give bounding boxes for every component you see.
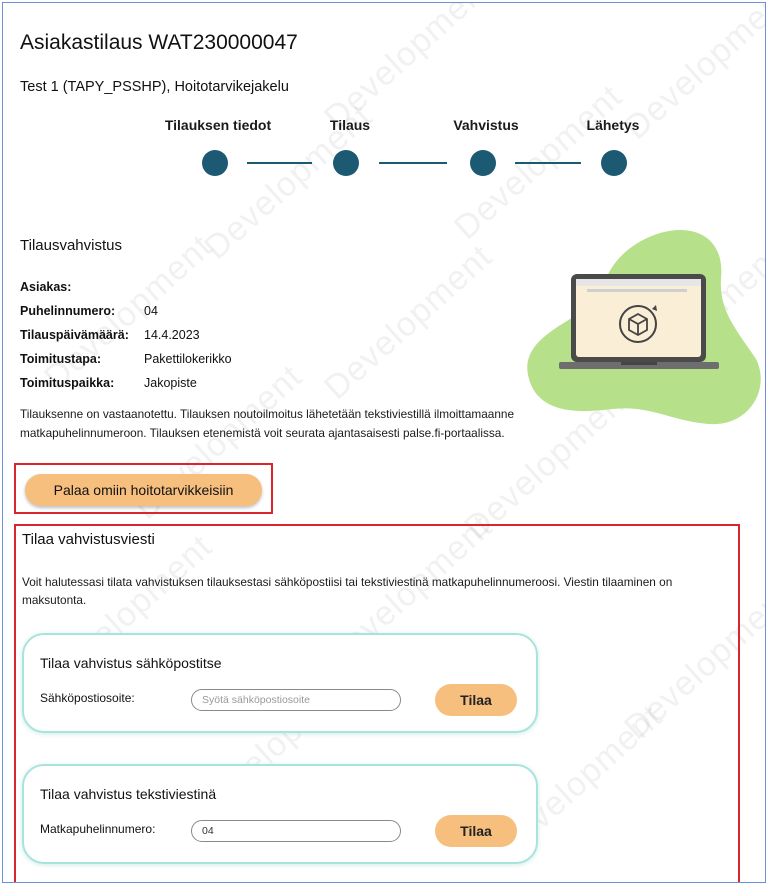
order-date-label: Tilauspäivämäärä: xyxy=(20,328,129,342)
step-connector xyxy=(247,162,312,164)
order-email-button[interactable]: Tilaa xyxy=(435,684,517,716)
step-dot-shipping xyxy=(601,150,627,176)
order-message-title: Tilaa vahvistusviesti xyxy=(22,531,155,548)
step-label-order: Tilaus xyxy=(329,117,371,133)
step-dot-details xyxy=(202,150,228,176)
page-frame: Development Development Development Deve… xyxy=(2,2,766,883)
sms-confirmation-card: Tilaa vahvistus tekstiviestinä Matkapuhe… xyxy=(22,764,538,864)
order-sms-button[interactable]: Tilaa xyxy=(435,815,517,847)
laptop-with-package-icon xyxy=(527,229,761,425)
email-card-title: Tilaa vahvistus sähköpostitse xyxy=(40,655,222,671)
mobile-label: Matkapuhelinnumero: xyxy=(40,822,156,836)
email-confirmation-card: Tilaa vahvistus sähköpostitse Sähköposti… xyxy=(22,633,538,733)
delivery-place-label: Toimituspaikka: xyxy=(20,376,115,390)
page-subtitle: Test 1 (TAPY_PSSHP), Hoitotarvikejakelu xyxy=(20,79,289,95)
mobile-input[interactable] xyxy=(191,820,401,842)
step-connector xyxy=(379,162,447,164)
phone-label: Puhelinnumero: xyxy=(20,304,116,318)
customer-label: Asiakas: xyxy=(20,280,72,294)
watermark: Development xyxy=(317,237,500,407)
page-title: Asiakastilaus WAT230000047 xyxy=(20,31,298,54)
order-notice-text: Tilauksenne on vastaanotettu. Tilauksen … xyxy=(20,407,515,440)
step-dot-confirmation xyxy=(470,150,496,176)
delivery-place-value: Jakopiste xyxy=(144,376,197,390)
phone-value: 04 xyxy=(144,304,158,318)
step-label-shipping: Lähetys xyxy=(586,117,640,133)
order-date-value: 14.4.2023 xyxy=(144,328,200,342)
confirmation-title: Tilausvahvistus xyxy=(20,237,122,254)
sms-card-title: Tilaa vahvistus tekstiviestinä xyxy=(40,786,217,802)
delivery-method-label: Toimitustapa: xyxy=(20,352,102,366)
return-to-supplies-button[interactable]: Palaa omiin hoitotarvikkeisiin xyxy=(25,474,262,506)
delivery-method-value: Pakettilokerikko xyxy=(144,352,232,366)
step-connector xyxy=(515,162,581,164)
step-dot-order xyxy=(333,150,359,176)
email-input[interactable] xyxy=(191,689,401,711)
step-label-details: Tilauksen tiedot xyxy=(164,117,272,133)
email-label: Sähköpostiosoite: xyxy=(40,691,135,705)
order-message-description: Voit halutessasi tilata vahvistuksen til… xyxy=(22,575,673,607)
